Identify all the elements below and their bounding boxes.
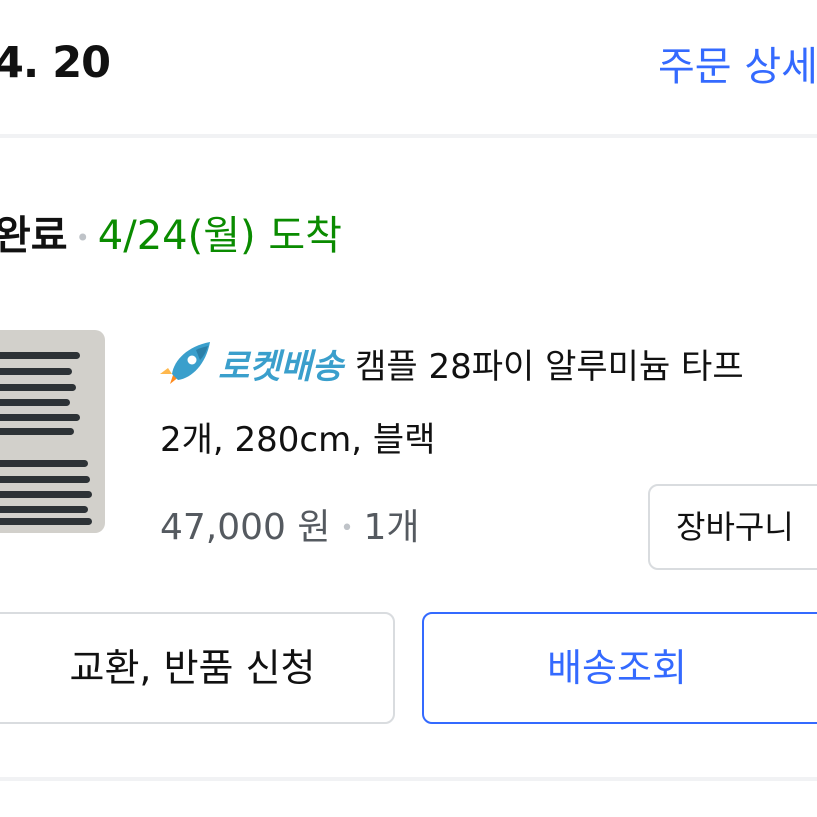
delivery-status: 완료: [0, 213, 68, 259]
add-to-cart-button[interactable]: 장바구니: [648, 484, 817, 570]
product-price: 47,000 원: [160, 507, 331, 548]
rocket-icon: [160, 340, 212, 386]
pole-line: [0, 352, 80, 359]
product-option: 2개, 280cm, 블랙: [160, 420, 436, 460]
price-row: 47,000 원 • 1개: [160, 503, 420, 554]
track-delivery-button[interactable]: 배송조회: [422, 612, 817, 724]
order-date: 4. 20: [0, 38, 111, 88]
pole-line: [0, 518, 92, 525]
arrival-date: 4/24(월) 도착: [97, 213, 342, 259]
pole-line: [0, 506, 88, 513]
order-list-page: 4. 20 주문 상세 완료 • 4/24(월) 도착 로켓배송 캠플 28파이 알루…: [0, 0, 817, 817]
pole-line: [0, 476, 90, 483]
separator-dot: •: [340, 516, 354, 541]
order-header: 4. 20 주문 상세: [0, 0, 817, 134]
section-divider: [0, 777, 817, 781]
pole-line: [0, 414, 80, 421]
pole-line: [0, 368, 72, 375]
rocket-delivery-badge: 로켓배송: [218, 347, 344, 387]
product-title-line[interactable]: 로켓배송 캠플 28파이 알루미늄 타프: [160, 340, 744, 392]
pole-line: [0, 428, 74, 435]
pole-line: [0, 399, 70, 406]
product-quantity: 1개: [363, 507, 420, 548]
exchange-return-button[interactable]: 교환, 반품 신청: [0, 612, 395, 724]
order-detail-link[interactable]: 주문 상세: [658, 34, 817, 92]
pole-line: [0, 491, 92, 498]
product-thumbnail[interactable]: [0, 330, 105, 533]
product-name: 캠플 28파이 알루미늄 타프: [355, 347, 744, 387]
pole-line: [0, 460, 88, 467]
section-divider: [0, 134, 817, 138]
delivery-status-row: 완료 • 4/24(월) 도착: [0, 206, 342, 268]
pole-line: [0, 384, 76, 391]
separator-dot: •: [75, 224, 90, 252]
